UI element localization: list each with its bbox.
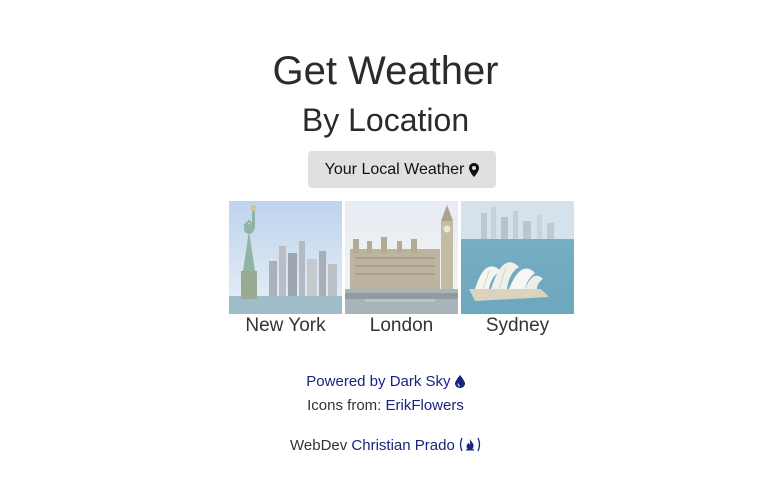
dark-sky-link[interactable]: Powered by Dark Sky [306, 373, 465, 392]
city-new-york[interactable]: New York [229, 201, 342, 338]
city-london[interactable]: London [345, 201, 458, 338]
local-weather-label: Your Local Weather [324, 160, 465, 178]
map-marker-icon [469, 162, 480, 177]
city-name[interactable]: New York [245, 314, 325, 338]
raindrop-icon [454, 375, 465, 392]
city-list: New York London Sydney [229, 201, 574, 338]
erikflowers-link[interactable]: ErikFlowers [386, 397, 464, 414]
sydney-image[interactable] [461, 201, 574, 314]
dark-sky-label: Dark Sky [389, 373, 451, 390]
webdev-prefix: WebDev [290, 437, 352, 454]
webdev-credit: WebDev Christian Prado [0, 437, 771, 456]
powered-prefix: Powered by [306, 373, 390, 390]
flame-badge-icon [459, 437, 481, 456]
city-name[interactable]: London [370, 314, 433, 338]
page-subtitle: By Location [301, 102, 470, 138]
page-title: Get Weather [272, 49, 499, 93]
london-image[interactable] [345, 201, 458, 314]
city-name[interactable]: Sydney [486, 314, 549, 338]
local-weather-button[interactable]: Your Local Weather [308, 151, 496, 188]
page: Get Weather By Location Your Local Weath… [0, 0, 771, 484]
christian-prado-link[interactable]: Christian Prado [351, 437, 481, 454]
new-york-image[interactable] [229, 201, 342, 314]
city-sydney[interactable]: Sydney [461, 201, 574, 338]
christian-prado-label: Christian Prado [351, 437, 455, 454]
icons-credit: Icons from: ErikFlowers [0, 397, 771, 414]
icons-prefix: Icons from: [307, 397, 386, 414]
powered-by: Powered by Dark Sky [0, 373, 771, 392]
